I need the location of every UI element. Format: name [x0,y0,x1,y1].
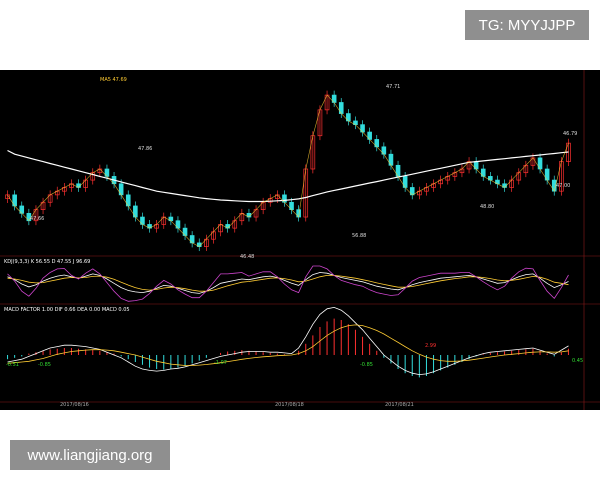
kdj-header: KDJ(9,3,3) K 56.55 D 47.55 J 96.69 [4,259,90,265]
kdj-j-line [7,265,569,302]
stock-chart: MA5 47.69 KDJ(9,3,3) K 56.55 D 47.55 J 9… [0,70,600,410]
grid-lines [0,70,600,410]
price-label: 47.66 [30,216,44,222]
price-label: 56.88 [352,233,366,239]
main-header: MA5 47.69 [100,77,127,83]
macd-label: -1.07 [214,360,227,366]
x-date: 2017/08/16 [60,402,89,408]
kdj-k-line [7,272,569,294]
kdj-lines [7,265,569,302]
dif-line [7,306,569,376]
macd-header: MACD FACTOR 1.00 DIF 0.66 DEA 0.00 MACD … [4,307,130,313]
price-label: 47.00 [556,183,570,189]
candles [5,90,571,252]
macd-lines [7,306,569,376]
price-label: 47.71 [386,84,400,90]
price-label: 48.80 [480,204,494,210]
macd-label: -0.51 [6,362,19,368]
price-label: 46.79 [563,131,577,137]
dea-line [7,324,569,366]
macd-label: -0.85 [38,362,51,368]
price-label: 47.86 [138,146,152,152]
kdj-d-line [7,275,569,292]
x-date: 2017/08/18 [275,402,304,408]
x-date: 2017/08/21 [385,402,414,408]
macd-label: -0.85 [360,362,373,368]
price-label: 46.48 [240,254,254,260]
macd-label: 2.99 [425,343,436,349]
macd-label: 0.45 [572,358,583,364]
watermark-bottom: www.liangjiang.org [10,440,170,470]
chart-svg: MA5 47.69 KDJ(9,3,3) K 56.55 D 47.55 J 9… [0,70,600,410]
watermark-top: TG: MYYJJPP [465,10,589,40]
